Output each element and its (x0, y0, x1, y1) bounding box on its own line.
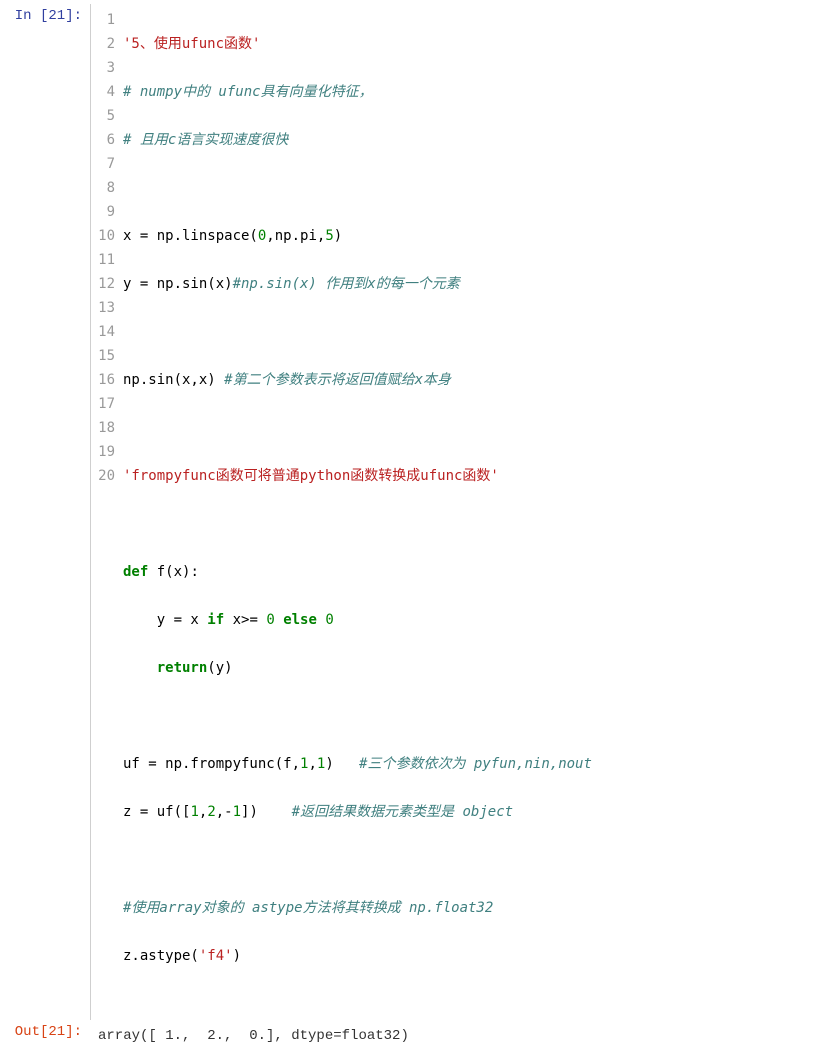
line-number: 20 (91, 464, 115, 488)
line-number: 3 (91, 56, 115, 80)
output-cell: Out[21]: array([ 1., 2., 0.], dtype=floa… (0, 1020, 813, 1048)
code-number: 0 (266, 612, 274, 628)
line-number: 1 (91, 8, 115, 32)
code-keyword: return (157, 660, 208, 676)
line-gutter: 1 2 3 4 5 6 7 8 9 10 11 12 13 14 15 16 1… (91, 8, 123, 1016)
code-text: x = np.linspace( (123, 228, 258, 244)
code-text: ]) (241, 804, 292, 820)
line-number: 2 (91, 32, 115, 56)
code-comment: # 且用c语言实现速度很快 (123, 132, 288, 148)
code-keyword: if (207, 612, 224, 628)
code-text: , (199, 804, 207, 820)
code-text: (y) (207, 660, 232, 676)
code-text: ) (233, 948, 241, 964)
line-number: 9 (91, 200, 115, 224)
line-number: 12 (91, 272, 115, 296)
code-text: ,- (216, 804, 233, 820)
code-number: 0 (325, 612, 333, 628)
code-text: ,np.pi, (266, 228, 325, 244)
code-comment: #返回结果数据元素类型是 object (292, 804, 513, 820)
line-number: 11 (91, 248, 115, 272)
line-number: 13 (91, 296, 115, 320)
line-number: 15 (91, 344, 115, 368)
code-string: 'f4' (199, 948, 233, 964)
output-prompt: Out[21]: (0, 1020, 90, 1048)
code-text: np.sin(x,x) (123, 372, 224, 388)
code-text: x>= (224, 612, 266, 628)
code-number: 1 (190, 804, 198, 820)
code-text (275, 612, 283, 628)
line-number: 16 (91, 368, 115, 392)
line-number: 14 (91, 320, 115, 344)
line-number: 19 (91, 440, 115, 464)
code-keyword: def (123, 564, 148, 580)
line-number: 7 (91, 152, 115, 176)
line-number: 18 (91, 416, 115, 440)
code-text: ) (334, 228, 342, 244)
code-number: 1 (300, 756, 308, 772)
code-text: z = uf([ (123, 804, 190, 820)
code-text: uf = np.frompyfunc(f, (123, 756, 300, 772)
code-number: 1 (317, 756, 325, 772)
line-number: 4 (91, 80, 115, 104)
line-number: 17 (91, 392, 115, 416)
line-number: 10 (91, 224, 115, 248)
input-cell: In [21]: 1 2 3 4 5 6 7 8 9 10 11 12 13 1… (0, 4, 813, 1020)
output-text: array([ 1., 2., 0.], dtype=float32) (90, 1020, 813, 1048)
code-comment: #第二个参数表示将返回值赋给x本身 (224, 372, 451, 388)
code-content[interactable]: '5、使用ufunc函数' # numpy中的 ufunc具有向量化特征， # … (123, 8, 813, 1016)
code-text: f(x): (148, 564, 199, 580)
code-comment: #np.sin(x) 作用到x的每一个元素 (233, 276, 460, 292)
code-editor[interactable]: 1 2 3 4 5 6 7 8 9 10 11 12 13 14 15 16 1… (90, 4, 813, 1020)
code-text: ) (325, 756, 359, 772)
input-prompt: In [21]: (0, 4, 90, 1020)
code-number: 2 (207, 804, 215, 820)
code-string: 'frompyfunc函数可将普通python函数转换成ufunc函数' (123, 468, 499, 484)
code-text (123, 660, 157, 676)
code-comment: #使用array对象的 astype方法将其转换成 np.float32 (123, 900, 493, 916)
code-text: y = x (123, 612, 207, 628)
code-text: y = np.sin(x) (123, 276, 233, 292)
line-number: 5 (91, 104, 115, 128)
code-comment: # numpy中的 ufunc具有向量化特征， (123, 84, 373, 100)
code-text: z.astype( (123, 948, 199, 964)
line-number: 6 (91, 128, 115, 152)
code-string: '5、使用ufunc函数' (123, 36, 260, 52)
code-text: , (308, 756, 316, 772)
line-number: 8 (91, 176, 115, 200)
code-number: 5 (325, 228, 333, 244)
code-keyword: else (283, 612, 317, 628)
code-number: 1 (233, 804, 241, 820)
code-text (317, 612, 325, 628)
code-comment: #三个参数依次为 pyfun,nin,nout (359, 756, 592, 772)
